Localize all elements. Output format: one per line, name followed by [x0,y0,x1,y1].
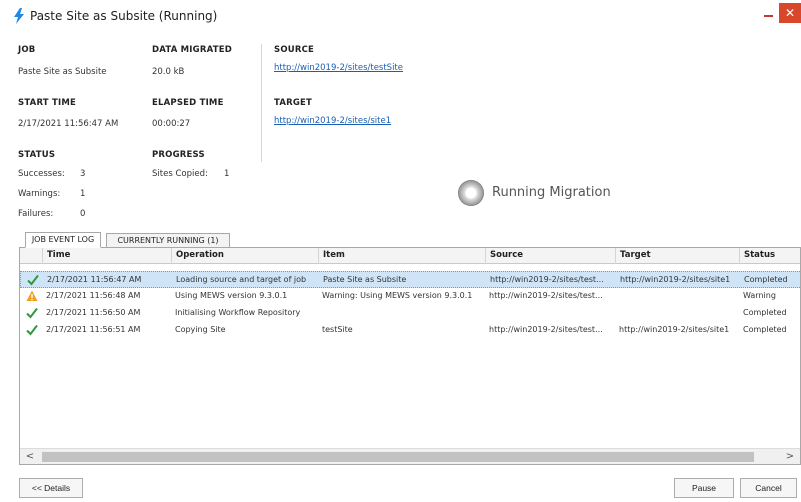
tab-job-event-log[interactable]: JOB EVENT LOG [25,232,101,248]
check-icon [26,307,38,319]
cell-item: Paste Site as Subsite [323,275,407,284]
cell-source: http://win2019-2/sites/test... [489,291,603,300]
job-value: Paste Site as Subsite [18,67,107,77]
sites-copied-value: 1 [224,169,230,179]
cell-target: http://win2019-2/sites/site1 [619,325,730,334]
title-bar: Paste Site as Subsite (Running) ✕ [0,0,801,32]
cell-time: 2/17/2021 11:56:50 AM [46,308,141,317]
cell-time: 2/17/2021 11:56:48 AM [46,291,141,300]
elapsed-time-value: 00:00:27 [152,119,191,129]
cell-target [615,288,739,305]
column-header-item[interactable]: Item [318,248,485,264]
cell-operation: Loading source and target of job [176,275,307,284]
data-migrated-label: DATA MIGRATED [152,45,232,55]
table-row[interactable]: 2/17/2021 11:56:48 AM Using MEWS version… [20,288,800,305]
source-label: SOURCE [274,45,315,55]
close-button[interactable]: ✕ [779,3,801,23]
column-header-target[interactable]: Target [615,248,739,264]
cell-source [485,305,615,322]
running-status: Running Migration [492,185,611,200]
warnings-value: 1 [80,189,86,199]
job-event-log-grid: Time Operation Item Source Target Status… [19,247,801,465]
table-row[interactable]: 2/17/2021 11:56:47 AM Loading source and… [20,271,800,288]
spinner-icon [458,180,484,206]
horizontal-scrollbar[interactable]: < > [20,448,800,464]
successes-value: 3 [80,169,86,179]
cell-source: http://win2019-2/sites/test... [489,325,603,334]
cell-time: 2/17/2021 11:56:47 AM [47,275,142,284]
scroll-right-icon[interactable]: > [783,450,797,464]
cell-item: testSite [322,325,353,334]
cancel-button[interactable]: Cancel [740,478,797,498]
start-time-value: 2/17/2021 11:56:47 AM [18,119,119,129]
target-link[interactable]: http://win2019-2/sites/site1 [274,116,391,126]
column-header-time[interactable]: Time [42,248,175,264]
successes-label: Successes: [18,169,65,179]
cell-target: http://win2019-2/sites/site1 [620,275,731,284]
minimize-button[interactable] [762,6,776,20]
check-icon [26,324,38,336]
table-row[interactable]: 2/17/2021 11:56:50 AM Initialising Workf… [20,305,800,322]
column-header-status[interactable]: Status [739,248,800,264]
check-icon [27,274,39,286]
scroll-left-icon[interactable]: < [23,450,37,464]
data-migrated-value: 20.0 kB [152,67,185,77]
tab-currently-running[interactable]: CURRENTLY RUNNING (1) [106,233,230,248]
pause-button[interactable]: Pause [674,478,734,498]
column-header-source[interactable]: Source [485,248,615,264]
sites-copied-label: Sites Copied: [152,169,208,179]
cell-status: Completed [743,308,787,317]
source-link[interactable]: http://win2019-2/sites/testSite [274,63,403,73]
window-title: Paste Site as Subsite (Running) [30,9,218,23]
elapsed-time-label: ELAPSED TIME [152,98,224,108]
cell-status: Completed [744,275,788,284]
scrollbar-thumb[interactable] [42,452,754,462]
cell-source: http://win2019-2/sites/test... [490,275,604,284]
cell-item: Warning: Using MEWS version 9.3.0.1 [322,291,473,300]
job-label: JOB [18,45,36,55]
warning-icon [26,290,38,301]
table-row[interactable]: 2/17/2021 11:56:51 AM Copying Site testS… [20,322,800,339]
failures-label: Failures: [18,209,54,219]
cell-target [615,305,739,322]
failures-value: 0 [80,209,86,219]
summary-divider [261,44,262,162]
cell-operation: Using MEWS version 9.3.0.1 [175,291,288,300]
cell-operation: Copying Site [175,325,226,334]
status-label: STATUS [18,150,56,160]
grid-header: Time Operation Item Source Target Status [20,248,800,264]
warnings-label: Warnings: [18,189,61,199]
progress-label: PROGRESS [152,150,205,160]
cell-item [318,305,485,322]
lightning-bolt-icon [14,8,24,24]
details-button[interactable]: << Details [19,478,83,498]
cell-time: 2/17/2021 11:56:51 AM [46,325,141,334]
target-label: TARGET [274,98,313,108]
cell-status: Warning [743,291,776,300]
column-header-operation[interactable]: Operation [171,248,318,264]
cell-status: Completed [743,325,787,334]
start-time-label: START TIME [18,98,76,108]
cell-operation: Initialising Workflow Repository [175,308,301,317]
